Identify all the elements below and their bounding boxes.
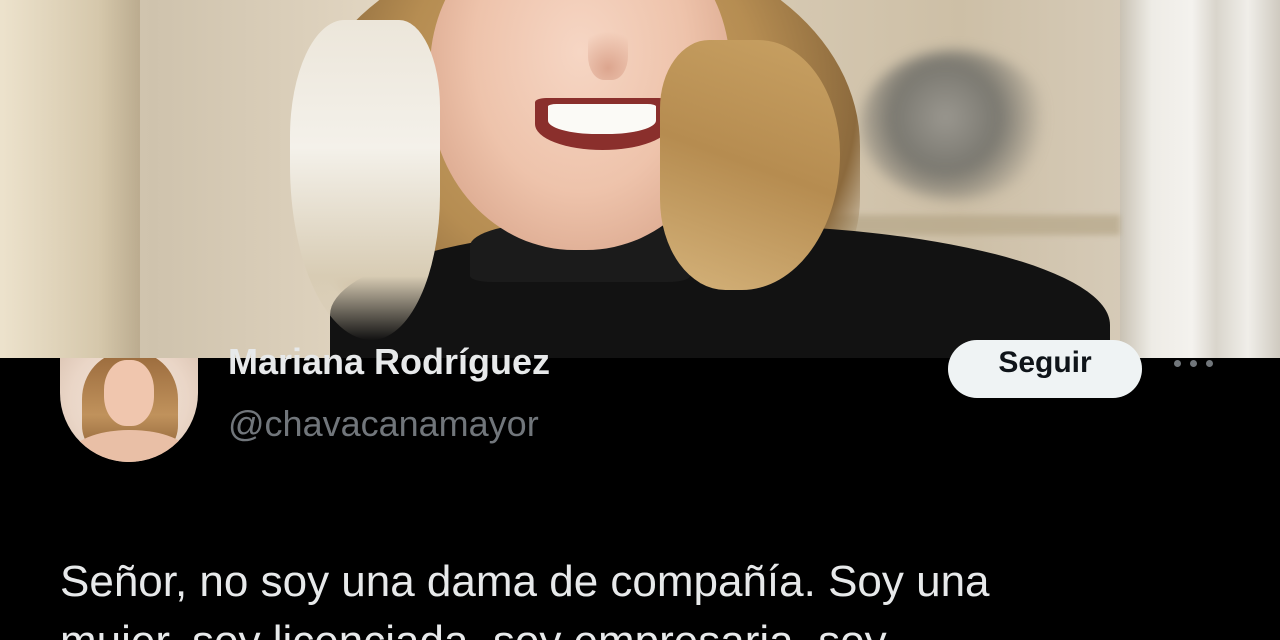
avatar-face (104, 360, 154, 426)
tweet-screenshot: Mariana Rodríguez @chavacanamayor Seguir… (0, 0, 1280, 640)
background-plant (860, 50, 1050, 200)
more-dot (1174, 360, 1181, 367)
more-horizontal-icon[interactable] (1170, 356, 1220, 372)
avatar[interactable] (60, 358, 198, 462)
tweet-card: Mariana Rodríguez @chavacanamayor Seguir… (0, 340, 1280, 640)
tweet-text-line: mujer, soy licenciada, soy empresaria, s… (60, 612, 1240, 640)
photo-teeth (548, 104, 656, 134)
author-handle[interactable]: @chavacanamayor (228, 402, 539, 446)
follow-button[interactable]: Seguir (948, 340, 1142, 398)
photo-nose (588, 20, 628, 80)
more-dot (1206, 360, 1213, 367)
photo-hair-highlight (290, 20, 440, 340)
background-window-left (0, 0, 140, 358)
tweet-text: Señor, no soy una dama de compañía. Soy … (60, 552, 1240, 640)
author-display-name[interactable]: Mariana Rodríguez (228, 340, 550, 384)
more-dot (1190, 360, 1197, 367)
header-photo (0, 0, 1280, 358)
background-window-right (1120, 0, 1280, 358)
tweet-text-line: Señor, no soy una dama de compañía. Soy … (60, 557, 990, 606)
